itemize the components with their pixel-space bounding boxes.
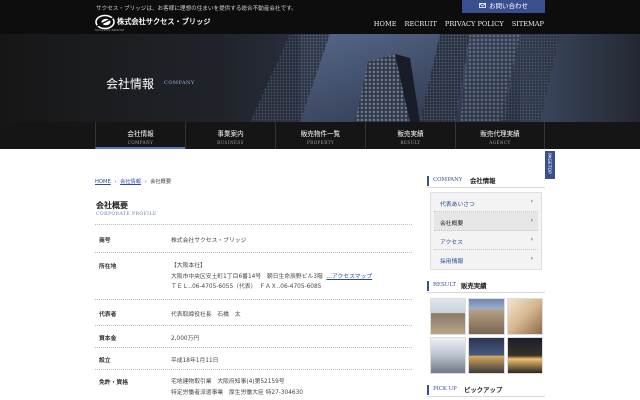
main-nav-sublabel: COMPANY bbox=[127, 140, 154, 145]
sidebar-item-greeting[interactable]: 代表あいさつ › bbox=[434, 193, 538, 212]
site-logo[interactable]: 株式会社サクセス・ブリッジ SUCCESS BRIDGE bbox=[95, 14, 225, 32]
profile-row-address: 所在地 【大阪本社】 大阪市中央区安土町1丁目6番14号 朝日生命辰野ビル3階 … bbox=[95, 252, 412, 299]
main-nav-company[interactable]: 会社情報 COMPANY bbox=[95, 122, 185, 149]
site-header: サクセス・ブリッジは、お客様に理想の住まいを提供する総合不動産会社です。 株式会… bbox=[0, 0, 640, 34]
profile-row-established: 設立 平成18年1月11日 bbox=[95, 347, 412, 369]
sidebar-heading-en: RESULT bbox=[433, 282, 456, 288]
heading-bar bbox=[427, 385, 429, 395]
result-thumbnail[interactable] bbox=[430, 298, 467, 335]
breadcrumb-section[interactable]: 会社情報 bbox=[120, 179, 141, 185]
heading-bar bbox=[427, 281, 429, 291]
breadcrumb-home[interactable]: HOME bbox=[95, 179, 111, 185]
sidebar-heading-en: PICK UP bbox=[433, 386, 457, 392]
top-nav-privacy-policy[interactable]: PRIVACY POLICY bbox=[445, 20, 504, 28]
top-nav-home[interactable]: HOME bbox=[374, 20, 397, 28]
sidebar-heading-jp: 会社情報 bbox=[470, 177, 496, 185]
profile-value: 株式会社サクセス・ブリッジ bbox=[171, 238, 247, 244]
hero-title: 会社情報 bbox=[106, 77, 155, 91]
profile-key: 商号 bbox=[99, 238, 111, 244]
envelope-icon bbox=[479, 3, 486, 8]
result-thumbnail[interactable] bbox=[506, 298, 543, 335]
profile-value: 2,000万円 bbox=[171, 336, 200, 342]
contact-button[interactable]: お問い合わせ bbox=[462, 0, 545, 13]
logo-text: 株式会社サクセス・ブリッジ bbox=[117, 17, 211, 26]
chevron-right-icon: › bbox=[530, 236, 533, 243]
sidebar-heading-en: COMPANY bbox=[433, 177, 463, 183]
hero-subtitle: COMPANY bbox=[164, 80, 195, 86]
page-subtitle: CORPORATE PROFILE bbox=[96, 212, 157, 217]
profile-value: 代表取締役社長 石橋 太 bbox=[171, 312, 241, 318]
main-nav: 会社情報 COMPANY 事業案内 BUSINESS 販売物件一覧 PROPER… bbox=[0, 122, 640, 149]
sidebar-heading-jp: ピックアップ bbox=[464, 386, 503, 394]
sidebar-result-heading: RESULT 販売実績 bbox=[427, 280, 545, 293]
heading-bar bbox=[427, 176, 429, 186]
main-nav-label: 販売物件一覧 bbox=[300, 130, 341, 138]
profile-value: 大阪市中央区安土町1丁目6番14号 朝日生命辰野ビル3階 bbox=[171, 273, 323, 280]
profile-key: 免許・資格 bbox=[99, 380, 128, 386]
main-nav-result[interactable]: 販売実績 RESULT bbox=[365, 122, 455, 149]
profile-row-capital: 資本金 2,000万円 bbox=[95, 325, 412, 347]
main-nav-sublabel: RESULT bbox=[400, 140, 421, 145]
sidebar-item-label: 代表あいさつ bbox=[440, 202, 475, 208]
sidebar-item-recruit[interactable]: 採用情報 › bbox=[434, 250, 538, 269]
sidebar-company-heading: COMPANY 会社情報 bbox=[427, 175, 545, 188]
profile-row-representative: 代表者 代表取締役社長 石橋 太 bbox=[95, 299, 412, 325]
result-thumbnail[interactable] bbox=[430, 337, 467, 374]
logo-subtext: SUCCESS BRIDGE bbox=[95, 28, 125, 32]
main-nav-label: 会社情報 bbox=[127, 130, 154, 138]
profile-value: 宅地建物取引業 大阪府知事(4)第52159号 bbox=[171, 379, 285, 385]
main-nav-business[interactable]: 事業案内 BUSINESS bbox=[185, 122, 275, 149]
contact-button-label: お問い合わせ bbox=[489, 2, 528, 10]
top-nav: HOME RECRUIT PRIVACY POLICY SITEMAP bbox=[374, 20, 544, 28]
result-thumbnails bbox=[430, 298, 543, 374]
profile-value: ＴＥＬ..06-4705-6055（代表） ＦＡＸ..06-4705-6085 bbox=[171, 284, 322, 290]
sidebar-heading-jp: 販売実績 bbox=[461, 282, 487, 290]
sidebar-menu: 代表あいさつ › 会社概要 › アクセス › 採用情報 › bbox=[430, 192, 542, 270]
page-title: 会社概要 bbox=[96, 201, 128, 210]
result-thumbnail[interactable] bbox=[506, 337, 543, 374]
sidebar-item-profile[interactable]: 会社概要 › bbox=[434, 212, 538, 231]
result-thumbnail[interactable] bbox=[468, 298, 505, 335]
profile-key: 資本金 bbox=[99, 336, 117, 342]
site-tagline: サクセス・ブリッジは、お客様に理想の住まいを提供する総合不動産会社です。 bbox=[96, 6, 297, 12]
main-nav-label: 事業案内 bbox=[217, 130, 244, 138]
sidebar-item-label: 採用情報 bbox=[440, 259, 464, 265]
chevron-right-icon: › bbox=[530, 255, 533, 262]
main-nav-agency[interactable]: 販売代理実績 AGENCY bbox=[455, 122, 545, 149]
main-nav-label: 販売代理実績 bbox=[480, 130, 520, 138]
breadcrumb: HOME › 会社情報 › 会社概要 bbox=[95, 178, 171, 185]
sidebar-item-access[interactable]: アクセス › bbox=[434, 231, 538, 250]
profile-value: 平成18年1月11日 bbox=[171, 358, 219, 364]
sidebar-pickup-heading: PICK UP ピックアップ bbox=[427, 384, 545, 397]
hero-banner: 会社情報 COMPANY bbox=[0, 34, 640, 122]
main-nav-sublabel: PROPERTY bbox=[306, 140, 335, 145]
breadcrumb-separator: › bbox=[114, 179, 117, 185]
top-nav-recruit[interactable]: RECRUIT bbox=[405, 20, 437, 28]
breadcrumb-current: 会社概要 bbox=[150, 179, 172, 185]
sidebar-item-label: 会社概要 bbox=[440, 221, 464, 227]
profile-row-license: 免許・資格 宅地建物取引業 大阪府知事(4)第52159号 特定労働者派遣事業 … bbox=[95, 369, 412, 400]
sidebar-item-label: アクセス bbox=[440, 240, 463, 246]
profile-value: 【大阪本社】 bbox=[171, 263, 206, 269]
profile-table: 商号 株式会社サクセス・ブリッジ 所在地 【大阪本社】 大阪市中央区安土町1丁目… bbox=[95, 224, 412, 400]
top-nav-sitemap[interactable]: SITEMAP bbox=[512, 20, 544, 28]
profile-key: 設立 bbox=[99, 358, 111, 364]
profile-key: 代表者 bbox=[99, 312, 117, 318]
access-map-link[interactable]: ...アクセスマップ bbox=[326, 274, 372, 280]
pagetop-tab[interactable]: PAGETOP bbox=[545, 151, 555, 179]
main-nav-property[interactable]: 販売物件一覧 PROPERTY bbox=[275, 122, 365, 149]
profile-value: 特定労働者派遣事業 厚生労働大臣 特27-304630 bbox=[171, 389, 303, 396]
skyscraper-illustration bbox=[0, 34, 640, 122]
chevron-right-icon: › bbox=[530, 217, 533, 224]
chevron-right-icon: › bbox=[530, 198, 533, 205]
profile-row-name: 商号 株式会社サクセス・ブリッジ bbox=[95, 224, 412, 252]
profile-key: 所在地 bbox=[99, 264, 117, 270]
breadcrumb-separator: › bbox=[144, 179, 147, 185]
pagetop-label: PAGETOP bbox=[546, 153, 551, 174]
main-nav-label: 販売実績 bbox=[397, 130, 424, 138]
main-nav-sublabel: AGENCY bbox=[489, 140, 511, 145]
result-thumbnail[interactable] bbox=[468, 337, 505, 374]
main-nav-sublabel: BUSINESS bbox=[217, 140, 244, 145]
